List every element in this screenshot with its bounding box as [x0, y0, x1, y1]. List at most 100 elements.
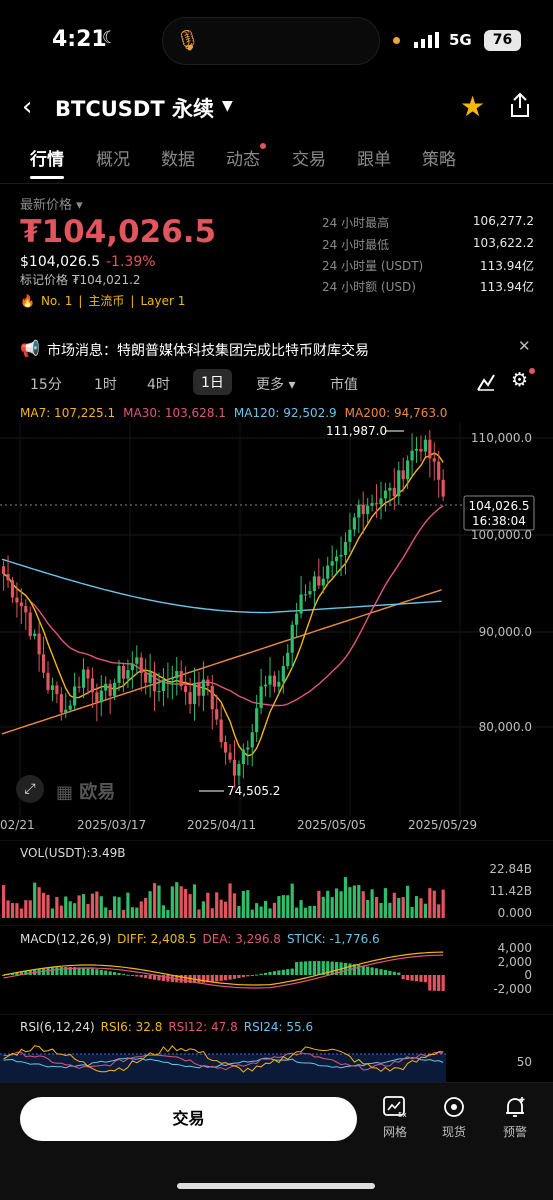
macd-bar [86, 968, 90, 975]
close-icon[interactable]: ✕ [518, 337, 531, 355]
x-axis: 02/21 2025/03/17 2025/04/11 2025/05/05 2… [0, 818, 553, 834]
stat-label: 24 小时额 (USD) [322, 280, 416, 294]
macd-chart[interactable]: 4,000 2,000 0 -2,000 [0, 925, 553, 1013]
star-icon[interactable]: ★ [460, 90, 485, 123]
volume-bar [90, 893, 94, 918]
tf-1d[interactable]: 1日 [193, 369, 232, 395]
tab-market[interactable]: 行情 [30, 145, 64, 170]
candle-down [317, 576, 321, 586]
macd-bar [121, 973, 126, 975]
tf-4h[interactable]: 4时 [147, 374, 170, 394]
volume-bar [81, 894, 86, 918]
candle-up [295, 613, 299, 625]
macd-bar [130, 975, 134, 976]
low-marker: 74,505.2 [227, 784, 280, 798]
grid-button[interactable]: 5x 网格 [370, 1095, 420, 1140]
volume-bar [6, 900, 10, 918]
macd-bar [277, 970, 281, 975]
spot-button[interactable]: 现货 [429, 1095, 479, 1140]
news-banner[interactable]: 📢 市场消息：特朗普媒体科技集团完成比特币财库交易 ✕ [0, 337, 553, 363]
x-tick-label: 2025/05/29 [408, 818, 478, 832]
tab-data[interactable]: 数据 [161, 145, 195, 170]
candle-up [117, 665, 121, 683]
macd-bar [95, 969, 99, 975]
candle-up [423, 439, 427, 452]
rsi-chart[interactable]: 50 [0, 1014, 553, 1082]
tf-more[interactable]: 更多 ▾ [256, 374, 295, 394]
candle-up [113, 682, 117, 696]
candle-down [401, 470, 405, 480]
volume-bar [335, 888, 339, 918]
macd-bar [432, 975, 436, 991]
candle-down [432, 458, 436, 462]
volume-bar [157, 885, 161, 918]
candle-up [157, 691, 161, 693]
macd-bar [441, 975, 445, 991]
candle-up [166, 679, 170, 681]
macd-bar [286, 969, 290, 975]
macd-bar [241, 975, 245, 978]
volume-bar [348, 887, 352, 918]
volume-bar [188, 894, 192, 918]
indicator-icon[interactable] [476, 372, 496, 392]
volume-bar [410, 907, 414, 918]
tag-divider: | [130, 294, 135, 308]
volume-bar [201, 901, 205, 918]
battery-icon: 76 [484, 30, 521, 51]
candle-up [330, 561, 334, 566]
share-icon[interactable] [508, 92, 532, 118]
volume-bar [388, 902, 392, 918]
macd-bar [148, 975, 152, 980]
tab-copy[interactable]: 跟单 [357, 145, 391, 170]
expand-icon[interactable]: ⤢ [16, 775, 44, 803]
macd-bar [237, 975, 241, 979]
gear-icon[interactable]: ⚙ [511, 369, 528, 391]
news-text[interactable]: 市场消息：特朗普媒体科技集团完成比特币财库交易 [47, 340, 369, 360]
volume-chart[interactable]: 22.84B 11.42B 0.000 [0, 840, 553, 922]
candle-down [144, 673, 148, 683]
candle-up [366, 505, 370, 515]
macd-bar [410, 975, 414, 981]
macd-bar [388, 970, 392, 975]
macd-bar [263, 972, 268, 975]
status-time: 4:21 [52, 27, 107, 52]
trade-button[interactable]: 交易 [20, 1097, 357, 1141]
x-tick-label: 2025/03/17 [77, 818, 147, 832]
candlestick-chart[interactable]: 110,000.0 100,000.0 90,000.0 80,000.0 10… [0, 422, 553, 817]
macd-bar [281, 969, 285, 975]
macd-bar [423, 975, 427, 983]
tf-market-cap[interactable]: 市值 [330, 374, 358, 394]
tag-layer[interactable]: Layer 1 [140, 294, 185, 308]
volume-bar [392, 892, 396, 918]
tf-1h[interactable]: 1时 [94, 374, 117, 394]
tf-15m[interactable]: 15分 [30, 374, 62, 394]
macd-bar [295, 962, 299, 975]
megaphone-icon: 📢 [20, 339, 40, 358]
tab-strategy[interactable]: 策略 [422, 145, 456, 170]
alert-button[interactable]: 预警 [490, 1095, 540, 1140]
status-bar: 4:21 ☾ 🎙 5G 76 [0, 0, 553, 82]
candle-up [277, 681, 281, 687]
macd-bar [366, 966, 370, 975]
volume-bar [237, 905, 241, 918]
candle-up [135, 657, 139, 664]
chevron-down-icon[interactable]: ▼ [222, 98, 233, 114]
tab-overview[interactable]: 概况 [96, 145, 130, 170]
tab-trade[interactable]: 交易 [292, 145, 326, 170]
candle-up [281, 666, 285, 682]
tag-mainstream[interactable]: 主流币 [88, 294, 124, 308]
macd-bar [312, 961, 316, 975]
candle-down [374, 503, 379, 505]
candle-up [335, 556, 339, 562]
macd-tick-label: -2,000 [493, 982, 532, 996]
volume-bar [263, 900, 268, 918]
macd-bar [246, 975, 250, 977]
back-icon[interactable]: ‹ [22, 92, 32, 122]
macd-tick-label: 4,000 [498, 941, 532, 955]
last-price-label[interactable]: 最新价格 ▾ [20, 194, 83, 213]
volume-bar [432, 890, 436, 918]
tab-news[interactable]: 动态 [226, 143, 266, 170]
candle-up [383, 490, 388, 499]
page-title[interactable]: BTCUSDT 永续 [55, 93, 214, 123]
candle-up [357, 504, 361, 518]
